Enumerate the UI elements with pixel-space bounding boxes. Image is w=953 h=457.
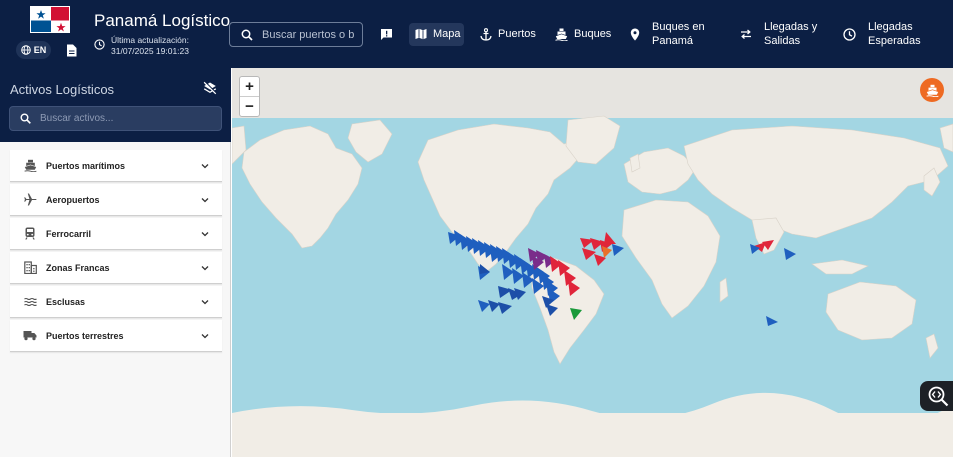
- asset-category-list: Puertos marítimos Aeropuertos Ferrocarri…: [0, 142, 231, 457]
- chevron-down-icon: [201, 265, 209, 270]
- app-title: Panamá Logístico: [94, 11, 231, 30]
- swap-icon: [741, 29, 751, 39]
- map-canvas[interactable]: [232, 68, 953, 457]
- nav-buques[interactable]: Buques: [555, 0, 611, 68]
- nav-buques-en-panama[interactable]: Buques en Panamá: [630, 0, 710, 68]
- nav-llegadas-salidas[interactable]: Llegadas y Salidas: [740, 0, 822, 68]
- category-puertos-terrestres[interactable]: Puertos terrestres: [10, 320, 222, 352]
- clock-icon: [94, 39, 105, 50]
- chevron-down-icon: [201, 231, 209, 236]
- train-icon: [23, 227, 37, 241]
- nav-puertos-label: Puertos: [498, 28, 536, 40]
- ship-icon: [555, 28, 568, 41]
- airplane-icon: [23, 193, 37, 207]
- globe-icon: [20, 45, 31, 55]
- category-label: Puertos marítimos: [46, 160, 126, 171]
- antarctica-landmass: [232, 413, 953, 457]
- document-button[interactable]: [63, 41, 79, 59]
- location-pin-icon: [630, 28, 640, 40]
- assets-sidebar: Activos Logísticos Puertos marítimos: [0, 68, 231, 457]
- nav-llegadas-esperadas-label: Llegadas Esperadas: [868, 21, 921, 47]
- sidebar-title: Activos Logísticos: [10, 82, 115, 97]
- zoom-in-button[interactable]: +: [240, 77, 259, 96]
- zoom-control: + −: [239, 76, 260, 117]
- document-icon: [66, 44, 76, 56]
- ship-icon: [925, 84, 939, 97]
- nav-mapa-label: Mapa: [433, 28, 461, 40]
- nav-buques-en-panama-label: Buques en Panamá: [652, 21, 705, 47]
- asset-search[interactable]: [9, 106, 222, 131]
- search-icon: [20, 113, 31, 124]
- category-label: Aeropuertos: [46, 194, 100, 205]
- category-label: Puertos terrestres: [46, 330, 124, 341]
- port-ship-search-input[interactable]: [262, 28, 354, 41]
- anchor-icon: [480, 27, 492, 41]
- category-zonas-francas[interactable]: Zonas Francas: [10, 252, 222, 284]
- last-update-text: Última actualización: 31/07/2025 19:01:2…: [111, 35, 189, 56]
- magnify-code-icon: [928, 386, 949, 407]
- truck-icon: [23, 329, 37, 343]
- boat-icon: [23, 159, 37, 173]
- nav-feedback[interactable]: [380, 0, 393, 68]
- map-icon: [415, 28, 427, 40]
- nav-puertos[interactable]: Puertos: [480, 0, 536, 68]
- language-label: EN: [33, 45, 47, 55]
- panama-flag-logo: [30, 6, 70, 33]
- category-label: Esclusas: [46, 296, 86, 307]
- nav-buques-label: Buques: [574, 28, 612, 40]
- language-button[interactable]: EN: [16, 41, 51, 59]
- port-ship-search[interactable]: [229, 22, 363, 47]
- world-map[interactable]: + −: [232, 68, 953, 457]
- chevron-down-icon: [201, 197, 209, 202]
- category-label: Ferrocarril: [46, 228, 92, 239]
- building-icon: [23, 261, 37, 275]
- nav-mapa[interactable]: Mapa: [415, 0, 461, 68]
- asset-search-input[interactable]: [40, 113, 210, 124]
- category-esclusas[interactable]: Esclusas: [10, 286, 222, 318]
- map-inspect-button[interactable]: [920, 381, 953, 411]
- feedback-icon: [381, 28, 392, 40]
- search-icon: [241, 29, 253, 41]
- category-puertos-maritimos[interactable]: Puertos marítimos: [10, 150, 222, 182]
- category-aeropuertos[interactable]: Aeropuertos: [10, 184, 222, 216]
- nav-llegadas-salidas-label: Llegadas y Salidas: [764, 21, 818, 47]
- category-label: Zonas Francas: [46, 262, 110, 273]
- nav-llegadas-esperadas[interactable]: Llegadas Esperadas: [843, 0, 928, 68]
- waves-icon: [23, 295, 37, 309]
- category-ferrocarril[interactable]: Ferrocarril: [10, 218, 222, 250]
- chevron-down-icon: [201, 163, 209, 168]
- top-bar: EN Panamá Logístico Última actualización…: [0, 0, 953, 68]
- zoom-out-button[interactable]: −: [240, 97, 259, 116]
- chevron-down-icon: [201, 333, 209, 338]
- sidebar-header: Activos Logísticos: [0, 68, 231, 142]
- layers-off-icon[interactable]: [203, 81, 217, 95]
- chevron-down-icon: [201, 299, 209, 304]
- ship-filter-button[interactable]: [920, 78, 944, 102]
- clock-icon: [843, 27, 856, 41]
